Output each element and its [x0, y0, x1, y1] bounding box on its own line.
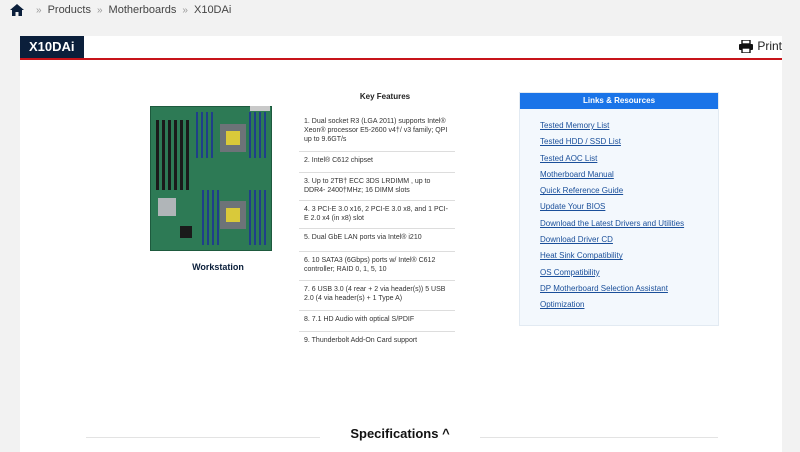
link-drivers-utilities[interactable]: Download the Latest Drivers and Utilitie… [540, 216, 718, 232]
feature-item: 8. 7.1 HD Audio with optical S/PDIF [299, 311, 455, 332]
breadcrumb-separator: » [96, 4, 103, 16]
page-title: X10DAi [20, 36, 84, 58]
product-caption: Workstation [192, 262, 244, 272]
feature-item: 4. 3 PCI-E 3.0 x16, 2 PCI-E 3.0 x8, and … [299, 201, 455, 229]
link-quick-reference[interactable]: Quick Reference Guide [540, 183, 718, 199]
link-selection-assistant[interactable]: DP Motherboard Selection Assistant [540, 281, 718, 297]
key-features-title: Key Features [359, 92, 411, 101]
key-features-list: 1. Dual socket R3 (LGA 2011) supports In… [299, 114, 455, 353]
link-driver-cd[interactable]: Download Driver CD [540, 232, 718, 248]
print-button[interactable]: Print [739, 39, 782, 53]
feature-item: 3. Up to 2TB† ECC 3DS LRDIMM , up to DDR… [299, 173, 455, 201]
breadcrumb-separator: » [182, 4, 188, 16]
breadcrumb-separator: » [36, 4, 42, 16]
link-heat-sink[interactable]: Heat Sink Compatibility [540, 248, 718, 264]
link-motherboard-manual[interactable]: Motherboard Manual [540, 167, 718, 183]
home-icon[interactable] [10, 4, 24, 16]
feature-item: 9. Thunderbolt Add-On Card support [304, 337, 418, 344]
breadcrumb-current: X10DAi [193, 4, 232, 16]
links-resources-panel: Links & Resources Tested Memory List Tes… [519, 92, 719, 326]
feature-item: 6. 10 SATA3 (6Gbps) ports w/ Intel® C612… [299, 252, 455, 281]
product-panel: X10DAi Print Workstation Key Features 1.… [20, 36, 782, 452]
links-resources-title: Links & Resources [520, 93, 718, 109]
title-bar: X10DAi Print [20, 36, 782, 60]
link-tested-hdd-ssd[interactable]: Tested HDD / SSD List [540, 134, 718, 150]
feature-item: 5. Dual GbE LAN ports via Intel® i210 [299, 229, 455, 252]
link-tested-memory[interactable]: Tested Memory List [540, 118, 718, 134]
breadcrumb: » Products » Motherboards » X10DAi [10, 2, 231, 18]
link-os-compatibility[interactable]: OS Compatibility [540, 265, 718, 281]
printer-icon [739, 39, 754, 53]
link-tested-aoc[interactable]: Tested AOC List [540, 151, 718, 167]
breadcrumb-motherboards[interactable]: Motherboards [109, 4, 177, 16]
link-optimization[interactable]: Optimization [540, 297, 718, 313]
print-label: Print [757, 39, 782, 53]
feature-item: 2. Intel® C612 chipset [299, 152, 455, 173]
motherboard-image [150, 106, 272, 251]
feature-item: 7. 6 USB 3.0 (4 rear + 2 via header(s)) … [299, 281, 455, 311]
link-update-bios[interactable]: Update Your BIOS [540, 199, 718, 215]
specifications-toggle[interactable]: Specifications ^ [320, 426, 480, 441]
breadcrumb-products[interactable]: Products [48, 4, 91, 16]
feature-item: 1. Dual socket R3 (LGA 2011) supports In… [299, 114, 455, 152]
